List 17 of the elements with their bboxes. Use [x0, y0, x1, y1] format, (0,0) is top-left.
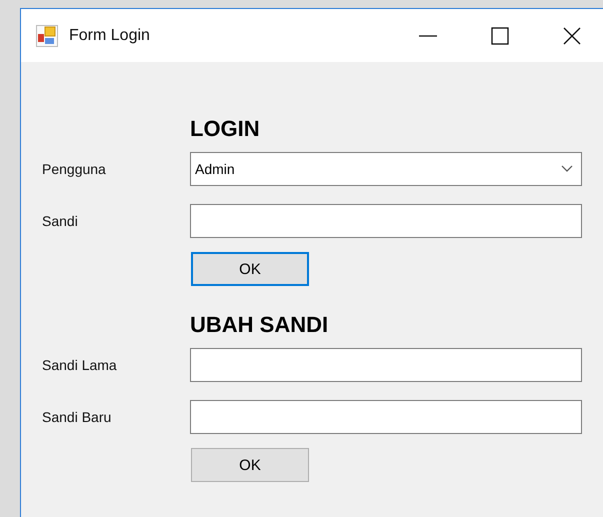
close-icon[interactable]	[561, 24, 583, 46]
form-icon	[36, 24, 58, 46]
text-field[interactable]	[190, 204, 582, 238]
dropdown-field[interactable]: Admin	[190, 152, 582, 186]
field-label: Sandi	[42, 213, 79, 229]
chevron-down-icon	[561, 165, 573, 173]
field-label: Sandi Lama	[42, 357, 118, 373]
field-label: Sandi Baru	[42, 409, 112, 425]
maximize-icon[interactable]	[489, 24, 511, 46]
section-heading: LOGIN	[190, 116, 261, 142]
ok-button[interactable]: OK	[191, 252, 309, 286]
ok-button[interactable]: OK	[191, 448, 309, 482]
section-heading: UBAH SANDI	[190, 312, 330, 338]
text-field[interactable]	[190, 400, 582, 434]
field-label: Pengguna	[42, 161, 107, 177]
text-field[interactable]	[190, 348, 582, 382]
window-title: Form Login	[69, 26, 150, 44]
